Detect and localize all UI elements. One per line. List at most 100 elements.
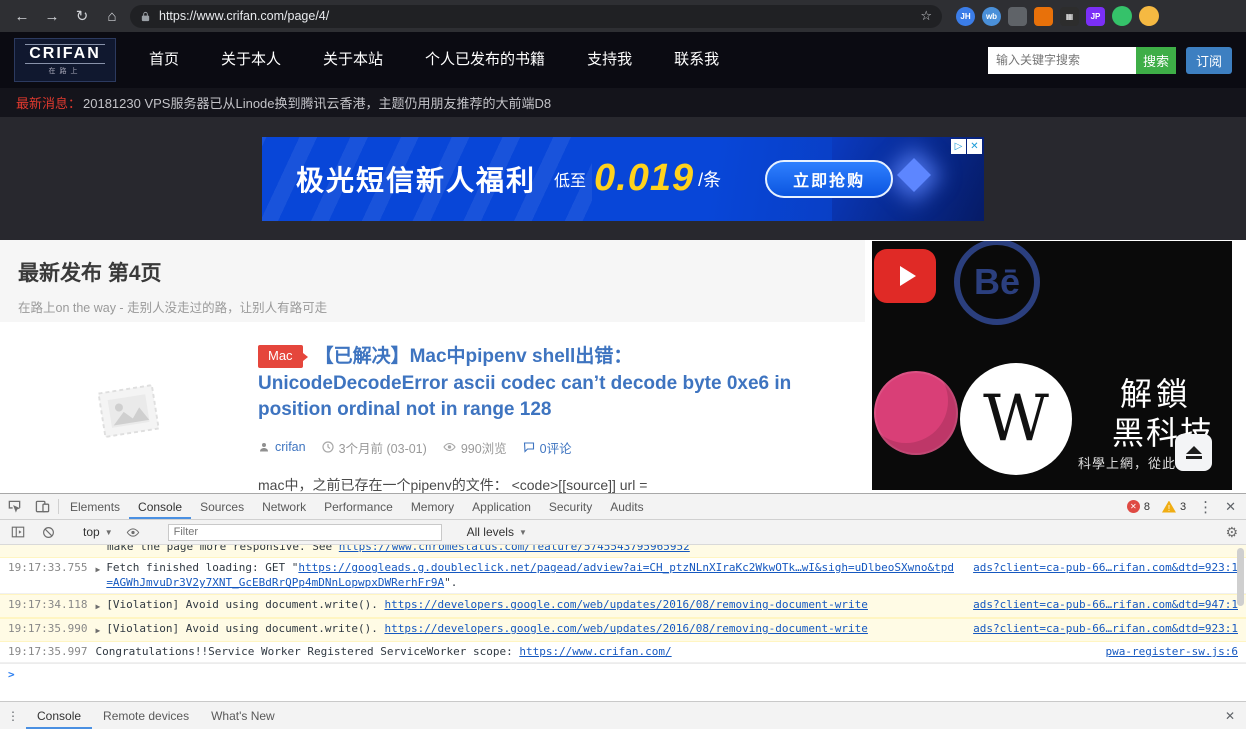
nav-item-about-site[interactable]: 关于本站 <box>302 32 404 88</box>
nav-item-books[interactable]: 个人已发布的书籍 <box>404 32 566 88</box>
tab-network[interactable]: Network <box>253 494 315 519</box>
category-badge[interactable]: Mac <box>258 345 308 369</box>
profile-avatar[interactable] <box>1139 6 1159 26</box>
extension-icon-green[interactable] <box>1112 6 1132 26</box>
console-link[interactable]: https://developers.google.com/web/update… <box>384 622 867 635</box>
console-messages[interactable]: make the page more responsive. See https… <box>0 545 1246 701</box>
dribbble-icon <box>874 371 958 455</box>
drawer-close-icon[interactable]: ✕ <box>1214 702 1246 729</box>
news-text[interactable]: 20181230 VPS服务器已从Linode换到腾讯云香港，主题仍用朋友推荐的… <box>83 93 551 112</box>
nav-item-support[interactable]: 支持我 <box>566 32 653 88</box>
article-meta: crifan 3个月前 (03-01) 990浏览 0评论 <box>258 438 817 457</box>
console-link[interactable]: https://www.crifan.com/ <box>519 645 671 658</box>
frame-context-select[interactable]: top ▼ <box>83 525 113 539</box>
browser-toolbar: ← → ↻ ⌂ https://www.crifan.com/page/4/ ☆… <box>0 0 1246 32</box>
ad-price: 0.019 <box>594 157 695 199</box>
expand-arrow-icon[interactable]: ▶ <box>95 621 100 638</box>
devtools-menu-icon[interactable]: ⋮ <box>1198 498 1213 516</box>
console-filter-input[interactable] <box>167 523 442 541</box>
back-icon[interactable]: ← <box>10 8 34 25</box>
error-count: 8 <box>1143 500 1150 513</box>
forward-icon[interactable]: → <box>40 8 64 25</box>
tab-audits[interactable]: Audits <box>601 494 652 519</box>
eject-icon <box>1175 434 1212 471</box>
tab-performance[interactable]: Performance <box>315 494 402 519</box>
nav-item-home[interactable]: 首页 <box>128 32 200 88</box>
console-link[interactable]: https://developers.google.com/web/update… <box>384 598 867 611</box>
inspect-element-icon[interactable] <box>0 494 28 519</box>
tab-security[interactable]: Security <box>540 494 601 519</box>
expand-arrow-icon[interactable]: ▶ <box>95 560 100 577</box>
error-badge[interactable]: ✕ 8 <box>1126 500 1150 513</box>
live-expression-eye-icon[interactable] <box>123 526 143 539</box>
article-excerpt: mac中，之前已存在一个pipenv的文件： <code>[[source]] … <box>258 476 648 493</box>
console-row-partial[interactable]: make the page more responsive. See https… <box>0 545 1246 558</box>
log-levels-select[interactable]: All levels ▼ <box>467 525 527 539</box>
warning-icon: ! <box>1161 500 1176 513</box>
chevron-down-icon: ▼ <box>104 527 113 537</box>
tab-sources[interactable]: Sources <box>191 494 253 519</box>
extension-icon-gray[interactable] <box>1008 6 1027 26</box>
extension-icon-wb[interactable]: wb <box>982 6 1001 26</box>
url-bar[interactable]: https://www.crifan.com/page/4/ ☆ <box>130 4 942 28</box>
url-text[interactable]: https://www.crifan.com/page/4/ <box>159 9 912 23</box>
drawer-tab-remote-devices[interactable]: Remote devices <box>92 702 200 729</box>
site-logo[interactable]: CRIFAN 在路上 <box>14 38 116 82</box>
nav-item-about-me[interactable]: 关于本人 <box>200 32 302 88</box>
clear-console-icon[interactable] <box>38 526 58 539</box>
tab-memory[interactable]: Memory <box>402 494 463 519</box>
device-toolbar-icon[interactable] <box>28 494 56 519</box>
console-settings-gear-icon[interactable]: ⚙ <box>1225 524 1238 541</box>
devtools-panel: Elements Console Sources Network Perform… <box>0 493 1246 729</box>
reload-icon[interactable]: ↻ <box>70 7 94 25</box>
drawer-menu-icon[interactable]: ⋮ <box>0 702 26 729</box>
extension-icon-qr[interactable]: ▦ <box>1060 6 1079 26</box>
extension-icon-jp[interactable]: JP <box>1086 6 1105 26</box>
console-row-violation-1[interactable]: 19:17:34.118 ▶ [Violation] Avoid using d… <box>0 594 1246 618</box>
ad-banner[interactable]: 极光短信新人福利 低至 0.019 /条 立即抢购 ▷ ✕ <box>262 136 984 221</box>
bookmark-star-icon[interactable]: ☆ <box>920 8 932 24</box>
extension-icon-orange[interactable] <box>1034 6 1053 26</box>
search-input[interactable] <box>988 46 1136 74</box>
warning-badge[interactable]: ! 3 <box>1161 500 1186 513</box>
nav-item-contact[interactable]: 联系我 <box>653 32 740 88</box>
log-levels-value: All levels <box>466 525 514 539</box>
console-link[interactable]: https://www.chromestatus.com/feature/574… <box>339 545 690 553</box>
eye-icon <box>443 443 456 452</box>
console-scrollbar[interactable] <box>1237 548 1244 606</box>
author-link[interactable]: crifan <box>275 440 306 454</box>
subscribe-button[interactable]: 订阅 <box>1186 46 1232 74</box>
ad-close-icon[interactable]: ✕ <box>967 138 982 154</box>
console-prompt[interactable]: > <box>0 663 1246 685</box>
page-content: 最新发布 第4页 在路上on the way - 走别人没走过的路，让别人有路可… <box>0 240 1246 493</box>
console-sidebar-icon[interactable] <box>8 525 28 539</box>
ad-cta-button[interactable]: 立即抢购 <box>765 159 894 198</box>
devtools-close-icon[interactable]: ✕ <box>1225 499 1236 515</box>
search-button[interactable]: 搜索 <box>1136 46 1176 74</box>
source-link[interactable]: ads?client=ca-pub-66…rifan.com&dtd=923:1 <box>973 560 1238 575</box>
source-link[interactable]: ads?client=ca-pub-66…rifan.com&dtd=923:1 <box>973 621 1238 636</box>
console-row-fetch[interactable]: 19:17:33.755 ▶ Fetch finished loading: G… <box>0 558 1246 594</box>
drawer-tab-console[interactable]: Console <box>26 702 92 729</box>
adchoices-icon[interactable]: ▷ <box>951 138 966 154</box>
console-row-violation-2[interactable]: 19:17:35.990 ▶ [Violation] Avoid using d… <box>0 618 1246 642</box>
tab-elements[interactable]: Elements <box>61 494 129 519</box>
ad-corner-controls: ▷ ✕ <box>951 138 982 154</box>
tab-application[interactable]: Application <box>463 494 540 519</box>
content-right-column: Bē W 解鎖 黑科技 科學上網，從此 <box>865 240 1246 493</box>
extension-icon-jh[interactable]: JH <box>956 6 975 26</box>
divider <box>58 499 59 514</box>
news-ticker: 最新消息： 20181230 VPS服务器已从Linode换到腾讯云香港，主题仍… <box>0 88 1246 117</box>
drawer-tab-whats-new[interactable]: What's New <box>200 702 286 729</box>
source-link[interactable]: pwa-register-sw.js:6 <box>1106 644 1238 659</box>
article-thumb-column <box>0 344 258 493</box>
article-title: Mac 【已解决】Mac中pipenv shell出错：UnicodeDecode… <box>258 344 817 424</box>
tab-console[interactable]: Console <box>129 494 191 519</box>
console-row-serviceworker[interactable]: 19:17:35.997 Congratulations!!Service Wo… <box>0 642 1246 663</box>
article-comments-link[interactable]: 0评论 <box>540 438 572 457</box>
article-title-link[interactable]: 【已解决】Mac中pipenv shell出错：UnicodeDecodeErr… <box>258 346 791 420</box>
home-icon[interactable]: ⌂ <box>100 8 124 25</box>
expand-arrow-icon[interactable]: ▶ <box>95 597 100 614</box>
promo-image[interactable]: Bē W 解鎖 黑科技 科學上網，從此 <box>872 241 1232 490</box>
source-link[interactable]: ads?client=ca-pub-66…rifan.com&dtd=947:1 <box>973 597 1238 612</box>
